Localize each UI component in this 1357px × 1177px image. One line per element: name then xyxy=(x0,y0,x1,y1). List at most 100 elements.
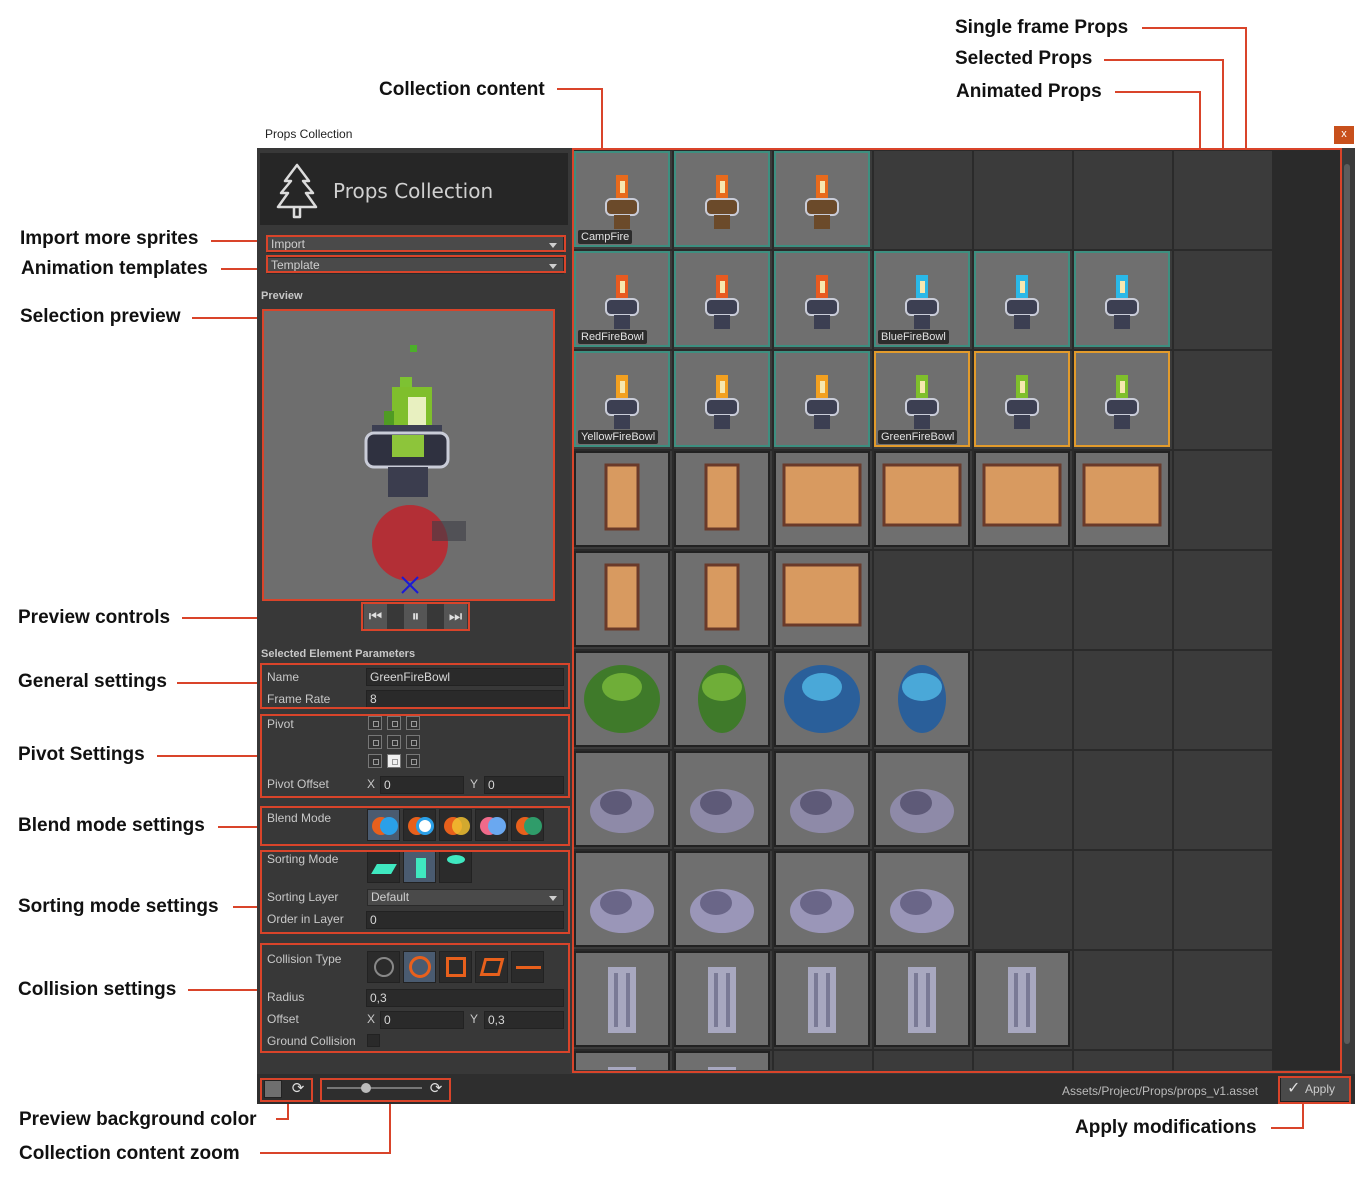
preview-bg-color-swatch[interactable] xyxy=(264,1080,282,1098)
sorting-upright-button[interactable] xyxy=(403,851,436,883)
grid-item[interactable] xyxy=(574,851,670,947)
refresh-icon[interactable]: ⟳ xyxy=(288,1079,308,1099)
pivot-top-right[interactable] xyxy=(406,716,420,730)
prop-sprite-icon xyxy=(776,453,868,550)
grid-item[interactable] xyxy=(774,951,870,1047)
grid-item[interactable] xyxy=(974,251,1070,347)
sorting-layer-dropdown[interactable]: Default xyxy=(367,889,564,906)
blend-multiply-button[interactable] xyxy=(439,809,472,841)
grid-item[interactable] xyxy=(674,151,770,247)
pivot-middle-left[interactable] xyxy=(368,735,382,749)
grid-item[interactable] xyxy=(974,351,1070,447)
blend-subtract-button[interactable] xyxy=(511,809,544,841)
apply-button[interactable]: ✓ Apply xyxy=(1280,1076,1350,1102)
grid-empty-slot xyxy=(1174,1051,1272,1070)
grid-item[interactable] xyxy=(874,851,970,947)
grid-item[interactable] xyxy=(674,651,770,747)
pivot-middle-center[interactable] xyxy=(387,735,401,749)
grid-item[interactable]: BlueFireBowl xyxy=(874,251,970,347)
grid-scrollbar[interactable] xyxy=(1341,150,1353,1070)
grid-item[interactable] xyxy=(674,851,770,947)
order-in-layer-field[interactable]: 0 xyxy=(366,911,564,929)
radius-field[interactable]: 0,3 xyxy=(366,989,564,1007)
grid-item[interactable] xyxy=(574,651,670,747)
grid-item[interactable] xyxy=(574,1051,670,1070)
zoom-slider-handle[interactable] xyxy=(361,1083,371,1093)
grid-item[interactable] xyxy=(774,551,870,647)
grid-item[interactable] xyxy=(774,151,870,247)
offset-x-field[interactable]: 0 xyxy=(380,1011,464,1029)
grid-item[interactable] xyxy=(974,451,1070,547)
blend-screen-button[interactable] xyxy=(475,809,508,841)
grid-item[interactable] xyxy=(574,751,670,847)
grid-item[interactable] xyxy=(774,851,870,947)
grid-item[interactable] xyxy=(774,351,870,447)
pivot-offset-x-field[interactable]: 0 xyxy=(380,776,464,794)
skip-back-icon: ⏮ xyxy=(368,608,383,625)
grid-item[interactable] xyxy=(674,251,770,347)
grid-item[interactable] xyxy=(874,751,970,847)
collision-edge-button[interactable] xyxy=(511,951,544,983)
preview-pause-button[interactable]: ⏸ xyxy=(404,604,427,630)
grid-item[interactable] xyxy=(574,451,670,547)
annotation-preview-controls: Preview controls xyxy=(18,607,171,628)
refresh-icon[interactable]: ⟳ xyxy=(426,1079,446,1099)
grid-empty-slot xyxy=(974,1051,1072,1070)
grid-item[interactable] xyxy=(1074,251,1170,347)
grid-item[interactable] xyxy=(1074,451,1170,547)
collision-circle-button[interactable] xyxy=(403,951,436,983)
collision-box-button[interactable] xyxy=(439,951,472,983)
name-field[interactable]: GreenFireBowl xyxy=(366,668,564,686)
grid-item[interactable] xyxy=(574,951,670,1047)
grid-item[interactable] xyxy=(874,951,970,1047)
grid-item[interactable] xyxy=(774,751,870,847)
pivot-bottom-right[interactable] xyxy=(406,754,420,768)
grid-item[interactable] xyxy=(674,951,770,1047)
screenshot-root: Single frame Props Selected Props Animat… xyxy=(0,0,1357,1177)
grid-item[interactable] xyxy=(674,751,770,847)
preview-skip-back-button[interactable]: ⏮ xyxy=(364,604,387,630)
grid-item[interactable] xyxy=(674,351,770,447)
collision-none-button[interactable] xyxy=(367,951,400,983)
grid-item[interactable]: RedFireBowl xyxy=(574,251,670,347)
import-dropdown[interactable]: Import xyxy=(267,236,564,253)
template-dropdown[interactable]: Template xyxy=(267,257,564,274)
zoom-slider-track[interactable] xyxy=(327,1087,422,1089)
pivot-bottom-center[interactable] xyxy=(387,754,401,768)
pivot-top-center[interactable] xyxy=(387,716,401,730)
grid-item[interactable] xyxy=(1074,351,1170,447)
sorting-flat-button[interactable] xyxy=(367,851,400,883)
grid-item[interactable] xyxy=(674,551,770,647)
grid-item[interactable] xyxy=(774,451,870,547)
grid-item[interactable] xyxy=(874,651,970,747)
grid-item[interactable] xyxy=(674,1051,770,1070)
preview-skip-forward-button[interactable]: ⏭ xyxy=(444,604,467,630)
pivot-bottom-left[interactable] xyxy=(368,754,382,768)
radius-label: Radius xyxy=(267,990,305,1004)
prop-sprite-icon xyxy=(876,753,968,850)
grid-empty-slot xyxy=(1074,551,1172,649)
grid-item[interactable] xyxy=(974,951,1070,1047)
grid-item[interactable] xyxy=(774,651,870,747)
grid-item[interactable]: GreenFireBowl xyxy=(874,351,970,447)
grid-item[interactable]: YellowFireBowl xyxy=(574,351,670,447)
collision-polygon-button[interactable] xyxy=(475,951,508,983)
close-button[interactable]: x xyxy=(1334,126,1354,144)
blend-normal-button[interactable] xyxy=(367,809,400,841)
grid-item[interactable] xyxy=(774,251,870,347)
ground-collision-checkbox[interactable] xyxy=(367,1034,380,1047)
grid-item[interactable] xyxy=(874,451,970,547)
blend-additive-button[interactable] xyxy=(403,809,436,841)
sorting-cross-button[interactable] xyxy=(439,851,472,883)
circle-icon xyxy=(452,817,470,835)
grid-item[interactable] xyxy=(674,451,770,547)
offset-y-field[interactable]: 0,3 xyxy=(484,1011,564,1029)
pivot-top-left[interactable] xyxy=(368,716,382,730)
frame-rate-field[interactable]: 8 xyxy=(366,690,564,708)
grid-item[interactable]: CampFire xyxy=(574,151,670,247)
pivot-middle-right[interactable] xyxy=(406,735,420,749)
grid-item[interactable] xyxy=(574,551,670,647)
grid-empty-slot xyxy=(1174,351,1272,449)
pivot-offset-y-field[interactable]: 0 xyxy=(484,776,564,794)
scrollbar-thumb[interactable] xyxy=(1344,164,1350,1044)
